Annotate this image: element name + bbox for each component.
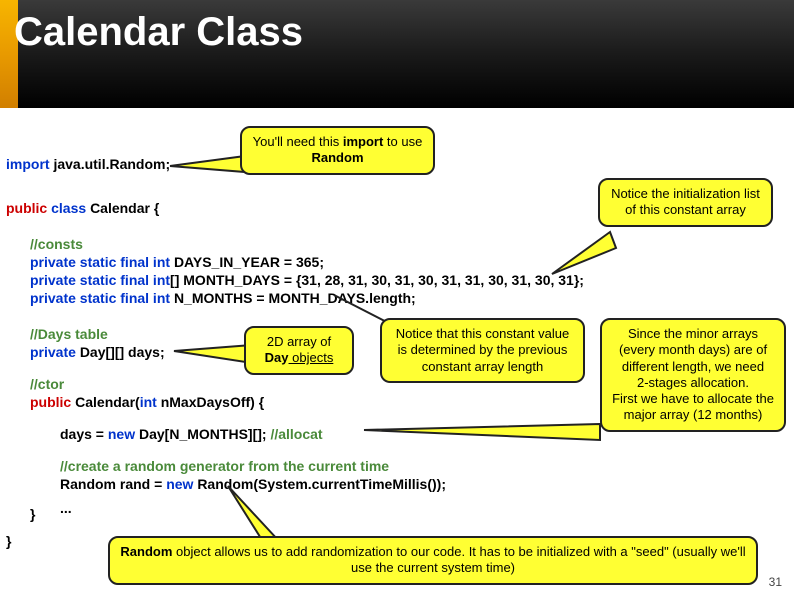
slide-header: Calendar Class	[0, 0, 794, 108]
callout-init-list: Notice the initialization list of this c…	[598, 178, 773, 227]
code-line-close2: }	[6, 533, 11, 549]
callout-random-object: Random object allows us to add randomiza…	[108, 536, 758, 585]
code-line-class: public class Calendar {	[6, 200, 159, 216]
code-line-days-alloc: days = new Day[N_MONTHS][]; //allocat	[60, 426, 323, 442]
callout-2d-array: 2D array of Day objects	[244, 326, 354, 375]
slide-content: import java.util.Random; public class Ca…	[0, 108, 794, 595]
code-line-dots: ...	[60, 500, 72, 516]
callout-tail	[548, 230, 620, 280]
slide-title: Calendar Class	[0, 0, 794, 55]
code-line-import: import java.util.Random;	[6, 156, 170, 172]
callout-import: You'll need this import to use Random	[240, 126, 435, 175]
callout-constant-value: Notice that this constant value is deter…	[380, 318, 585, 383]
callout-tail	[360, 422, 608, 442]
code-comment-random: //create a random generator from the cur…	[60, 458, 389, 474]
code-comment-days-table: //Days table	[30, 326, 108, 342]
code-line-days-in-year: private static final int DAYS_IN_YEAR = …	[30, 254, 324, 270]
page-number: 31	[769, 575, 782, 589]
code-line-days-field: private Day[][] days;	[30, 344, 165, 360]
code-comment-ctor: //ctor	[30, 376, 64, 392]
code-line-close1: }	[30, 506, 35, 522]
code-line-month-days: private static final int[] MONTH_DAYS = …	[30, 272, 584, 288]
code-comment-consts: //consts	[30, 236, 83, 252]
callout-stages-alloc: Since the minor arrays (every month days…	[600, 318, 786, 432]
code-line-ctor: public Calendar(int nMaxDaysOff) {	[30, 394, 264, 410]
